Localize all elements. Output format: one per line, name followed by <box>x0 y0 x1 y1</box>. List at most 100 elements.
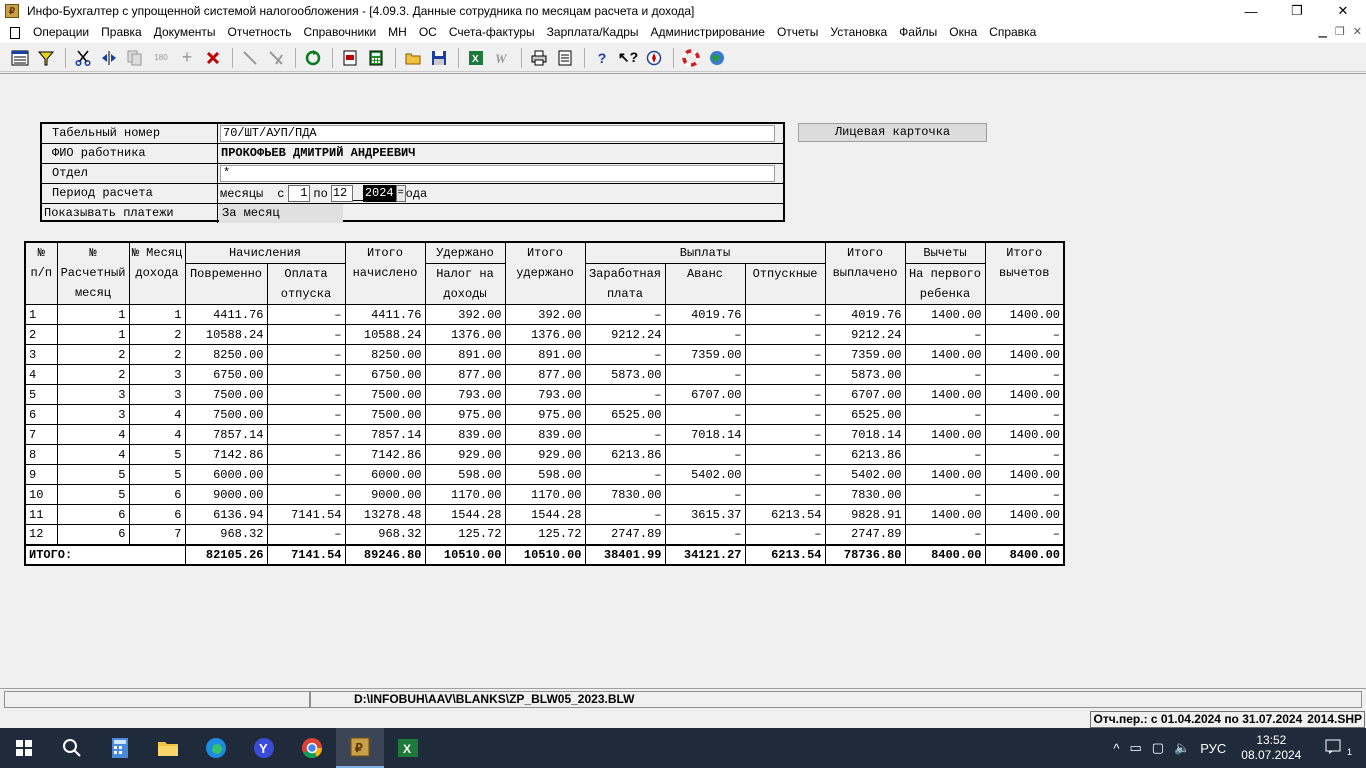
cell-first-child-deduction[interactable]: 1400.00 <box>904 504 986 525</box>
col-header-vacation[interactable]: Отпускные <box>744 263 826 305</box>
menu-references[interactable]: Справочники <box>297 22 382 43</box>
cell-time-pay[interactable]: 7142.86 <box>184 444 268 465</box>
cell-row-number[interactable]: 5 <box>24 384 58 405</box>
cell-vacation[interactable]: – <box>744 364 826 385</box>
col-header-ndfl[interactable]: Налог на доходы <box>424 263 506 305</box>
cell-income-month[interactable]: 2 <box>128 344 186 365</box>
cell-vacation-pay[interactable]: – <box>266 364 346 385</box>
cell-ndfl[interactable]: 891.00 <box>424 344 506 365</box>
network-icon[interactable]: ▢ <box>1147 740 1169 756</box>
cell-total-accrued[interactable]: 7500.00 <box>344 404 426 425</box>
cell-calc-month[interactable]: 3 <box>56 384 130 405</box>
cell-total-accrued[interactable]: 7500.00 <box>344 384 426 405</box>
cell-ndfl[interactable]: 392.00 <box>424 304 506 325</box>
table-row[interactable]: 10 5 6 9000.00–9000.00 1170.00 1170.00 7830.00… <box>24 484 1065 505</box>
cell-vacation-pay[interactable]: – <box>266 444 346 465</box>
cell-advance[interactable]: 6707.00 <box>664 384 746 405</box>
col-header-total-withheld[interactable]: Итого удержано <box>504 241 586 305</box>
cell-vacation-pay[interactable]: – <box>266 464 346 485</box>
cell-ndfl[interactable]: 1170.00 <box>424 484 506 505</box>
cell-row-number[interactable]: 3 <box>24 344 58 365</box>
cell-advance[interactable]: 4019.76 <box>664 304 746 325</box>
cell-row-number[interactable]: 2 <box>24 324 58 345</box>
cell-first-child-deduction[interactable]: 1400.00 <box>904 424 986 445</box>
cell-calc-month[interactable]: 3 <box>56 404 130 425</box>
close-button[interactable]: ✕ <box>1320 0 1366 22</box>
cell-first-child-deduction[interactable]: – <box>904 364 986 385</box>
cell-income-month[interactable]: 1 <box>128 304 186 325</box>
yandex-browser-icon[interactable]: Y <box>240 728 288 768</box>
cell-total-paid[interactable]: 7018.14 <box>824 424 906 445</box>
cell-calc-month[interactable]: 4 <box>56 424 130 445</box>
windows-start-icon[interactable] <box>0 728 48 768</box>
cell-time-pay[interactable]: 6750.00 <box>184 364 268 385</box>
cell-total-accrued[interactable]: 7857.14 <box>344 424 426 445</box>
cell-first-child-deduction[interactable]: – <box>904 324 986 345</box>
clock[interactable]: 13:52 08.07.2024 <box>1231 733 1311 763</box>
cell-row-number[interactable]: 9 <box>24 464 58 485</box>
cell-total-deductions[interactable]: – <box>984 524 1065 545</box>
cell-total-deductions[interactable]: 1400.00 <box>984 384 1065 405</box>
table-row[interactable]: 9 5 5 6000.00–6000.00 598.00 598.00–5402.00–5… <box>24 464 1065 485</box>
cell-ndfl[interactable]: 1544.28 <box>424 504 506 525</box>
table-row[interactable]: 2 1 2 10588.24–10588.24 1376.00 1376.00 9212.2… <box>24 324 1065 345</box>
cell-advance[interactable]: – <box>664 444 746 465</box>
cell-vacation[interactable]: – <box>744 384 826 405</box>
cell-time-pay[interactable]: 8250.00 <box>184 344 268 365</box>
cell-vacation[interactable]: – <box>744 324 826 345</box>
table-row[interactable]: 7 4 4 7857.14–7857.14 839.00 839.00–7018.14–7… <box>24 424 1065 445</box>
split-icon[interactable] <box>97 46 121 70</box>
cell-income-month[interactable]: 6 <box>128 484 186 505</box>
cell-ndfl[interactable]: 793.00 <box>424 384 506 405</box>
cell-total-withheld[interactable]: 392.00 <box>504 304 586 325</box>
col-header-total-paid[interactable]: Итого выплачено <box>824 241 906 305</box>
menu-os[interactable]: ОС <box>413 22 443 43</box>
year-spinner[interactable]: = <box>395 185 406 202</box>
cell-vacation[interactable]: – <box>744 304 826 325</box>
cell-salary[interactable]: 9212.24 <box>584 324 666 345</box>
cell-salary[interactable]: – <box>584 304 666 325</box>
col-header-vacation-pay[interactable]: Оплата отпуска <box>266 263 346 305</box>
cell-ndfl[interactable]: 929.00 <box>424 444 506 465</box>
cell-row-number[interactable]: 6 <box>24 404 58 425</box>
volume-icon[interactable]: 🔈 <box>1169 740 1195 756</box>
table-row[interactable]: 6 3 4 7500.00–7500.00 975.00 975.00 6525.00– –6… <box>24 404 1065 425</box>
edge-browser-icon[interactable] <box>192 728 240 768</box>
cell-ndfl[interactable]: 877.00 <box>424 364 506 385</box>
menu-documents[interactable]: Документы <box>148 22 222 43</box>
menu-help[interactable]: Справка <box>983 22 1042 43</box>
cell-vacation-pay[interactable]: – <box>266 304 346 325</box>
table-row[interactable]: 1 1 1 4411.76–4411.76 392.00 392.00–4019.76–4… <box>24 304 1065 325</box>
cell-vacation[interactable]: – <box>744 484 826 505</box>
cell-vacation-pay[interactable]: – <box>266 424 346 445</box>
cell-first-child-deduction[interactable]: 1400.00 <box>904 464 986 485</box>
cell-time-pay[interactable]: 7500.00 <box>184 384 268 405</box>
cell-time-pay[interactable]: 9000.00 <box>184 484 268 505</box>
compass-icon[interactable] <box>642 46 666 70</box>
menu-setup[interactable]: Установка <box>824 22 893 43</box>
cell-time-pay[interactable]: 6000.00 <box>184 464 268 485</box>
col-header-time-pay[interactable]: Повременно <box>184 263 268 305</box>
cell-calc-month[interactable]: 5 <box>56 484 130 505</box>
cell-total-accrued[interactable]: 10588.24 <box>344 324 426 345</box>
cell-time-pay[interactable]: 4411.76 <box>184 304 268 325</box>
cell-total-withheld[interactable]: 975.00 <box>504 404 586 425</box>
excel-icon[interactable]: X <box>464 46 488 70</box>
col-header-calc-month[interactable]: № Расчетный месяц <box>56 241 130 305</box>
cell-first-child-deduction[interactable]: – <box>904 444 986 465</box>
cell-advance[interactable]: – <box>664 404 746 425</box>
refresh-icon[interactable] <box>301 46 325 70</box>
cell-row-number[interactable]: 11 <box>24 504 58 525</box>
cell-first-child-deduction[interactable]: – <box>904 484 986 505</box>
mdi-restore-icon[interactable]: ❐ <box>1335 25 1345 38</box>
col-header-income-month[interactable]: № Месяц дохода <box>128 241 186 305</box>
cell-advance[interactable]: 7018.14 <box>664 424 746 445</box>
cell-advance[interactable]: – <box>664 364 746 385</box>
cell-row-number[interactable]: 12 <box>24 524 58 545</box>
cell-income-month[interactable]: 3 <box>128 364 186 385</box>
cell-total-withheld[interactable]: 1376.00 <box>504 324 586 345</box>
cell-advance[interactable]: 3615.37 <box>664 504 746 525</box>
menu-operations[interactable]: Операции <box>27 22 95 43</box>
menu-windows[interactable]: Окна <box>943 22 983 43</box>
cell-total-withheld[interactable]: 839.00 <box>504 424 586 445</box>
